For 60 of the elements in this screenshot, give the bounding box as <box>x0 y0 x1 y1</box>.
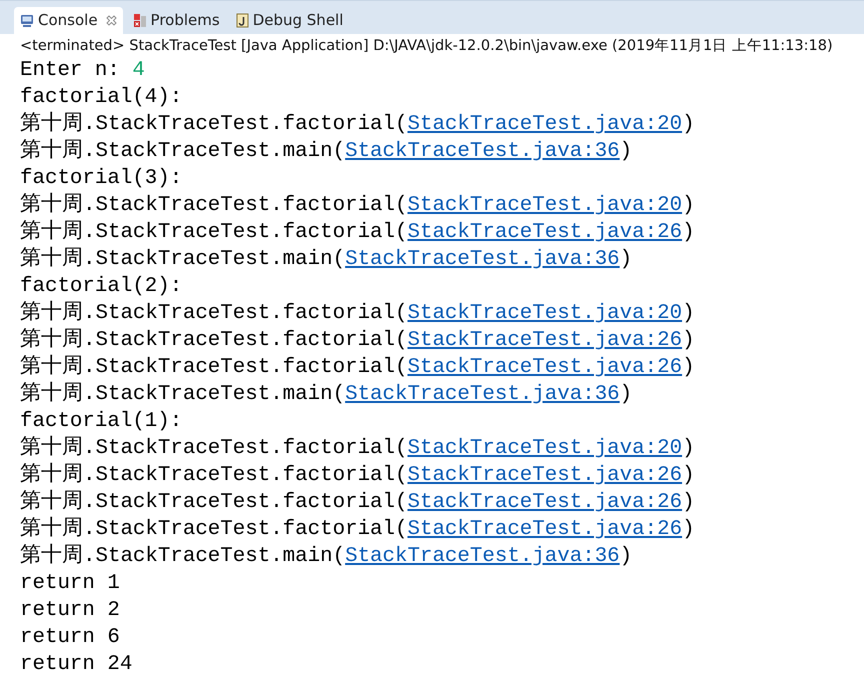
view-tab[interactable]: Debug Shell <box>230 7 350 34</box>
stack-frame-text: ) <box>682 464 695 487</box>
console-text: factorial(1): <box>20 410 182 433</box>
close-icon[interactable] <box>106 15 117 26</box>
stack-frame-text: ) <box>682 302 695 325</box>
source-link[interactable]: StackTraceTest.java:26 <box>407 464 682 487</box>
source-link[interactable]: StackTraceTest.java:26 <box>407 356 682 379</box>
console-text: return 6 <box>20 626 120 649</box>
stack-frame-text: 第十周.StackTraceTest.factorial( <box>20 221 408 244</box>
console-input-value: 4 <box>132 59 145 82</box>
stack-frame-text: ) <box>620 545 632 568</box>
view-tab[interactable]: Console <box>14 7 123 34</box>
stack-frame-text: ) <box>682 221 695 244</box>
stack-frame-text: 第十周.StackTraceTest.main( <box>20 248 346 271</box>
console-prompt: Enter n: <box>20 59 120 82</box>
console-text: factorial(4): <box>20 86 182 109</box>
stack-frame-text: ) <box>682 356 695 379</box>
source-link[interactable]: StackTraceTest.java:26 <box>407 221 682 244</box>
stack-frame-text: 第十周.StackTraceTest.factorial( <box>20 194 408 217</box>
stack-frame-text: 第十周.StackTraceTest.factorial( <box>20 113 408 136</box>
stack-frame-text: 第十周.StackTraceTest.factorial( <box>20 491 408 514</box>
source-link[interactable]: StackTraceTest.java:26 <box>407 491 682 514</box>
stack-frame-text: 第十周.StackTraceTest.main( <box>20 140 346 163</box>
stack-frame-text: 第十周.StackTraceTest.factorial( <box>20 302 408 325</box>
document-j-icon <box>236 13 249 28</box>
source-link[interactable]: StackTraceTest.java:20 <box>407 302 682 325</box>
stack-frame-text: ) <box>682 329 695 352</box>
stack-frame-text: 第十周.StackTraceTest.factorial( <box>20 329 408 352</box>
monitor-icon <box>20 14 34 28</box>
stack-frame-text: ) <box>620 140 632 163</box>
stack-frame-text: ) <box>682 194 695 217</box>
stack-frame-text: ) <box>620 383 632 406</box>
console-text: factorial(3): <box>20 167 182 190</box>
source-link[interactable]: StackTraceTest.java:26 <box>407 329 682 352</box>
stack-frame-text: 第十周.StackTraceTest.factorial( <box>20 356 408 379</box>
stack-frame-text: ) <box>620 248 632 271</box>
stack-frame-text: 第十周.StackTraceTest.factorial( <box>20 518 408 541</box>
problems-icon <box>132 13 147 28</box>
view-tab[interactable]: Problems <box>126 7 226 34</box>
console-text: return 2 <box>20 599 120 622</box>
stack-frame-text: ) <box>682 113 695 136</box>
source-link[interactable]: StackTraceTest.java:20 <box>407 113 682 136</box>
source-link[interactable]: StackTraceTest.java:36 <box>345 545 620 568</box>
stack-frame-text: 第十周.StackTraceTest.main( <box>20 383 346 406</box>
console-status-text: <terminated> StackTraceTest [Java Application] D:\JAVA\jdk-12.0.2\bin\javaw.exe (2019年11月1日 上午11:13:18) <box>19 37 834 56</box>
stack-frame-text: 第十周.StackTraceTest.factorial( <box>20 437 408 460</box>
source-link[interactable]: StackTraceTest.java:26 <box>407 518 682 541</box>
stack-frame-text: ) <box>682 437 695 460</box>
stack-frame-text: ) <box>682 491 695 514</box>
source-link[interactable]: StackTraceTest.java:36 <box>345 140 620 163</box>
console-text: return 24 <box>20 653 132 676</box>
console-text: factorial(2): <box>20 275 182 298</box>
source-link[interactable]: StackTraceTest.java:36 <box>345 248 620 271</box>
stack-frame-text: 第十周.StackTraceTest.main( <box>20 545 346 568</box>
source-link[interactable]: StackTraceTest.java:36 <box>345 383 620 406</box>
source-link[interactable]: StackTraceTest.java:20 <box>407 194 682 217</box>
console-text: return 1 <box>20 572 120 595</box>
stack-frame-text: 第十周.StackTraceTest.factorial( <box>20 464 408 487</box>
source-link[interactable]: StackTraceTest.java:20 <box>407 437 682 460</box>
stack-frame-text: ) <box>682 518 695 541</box>
